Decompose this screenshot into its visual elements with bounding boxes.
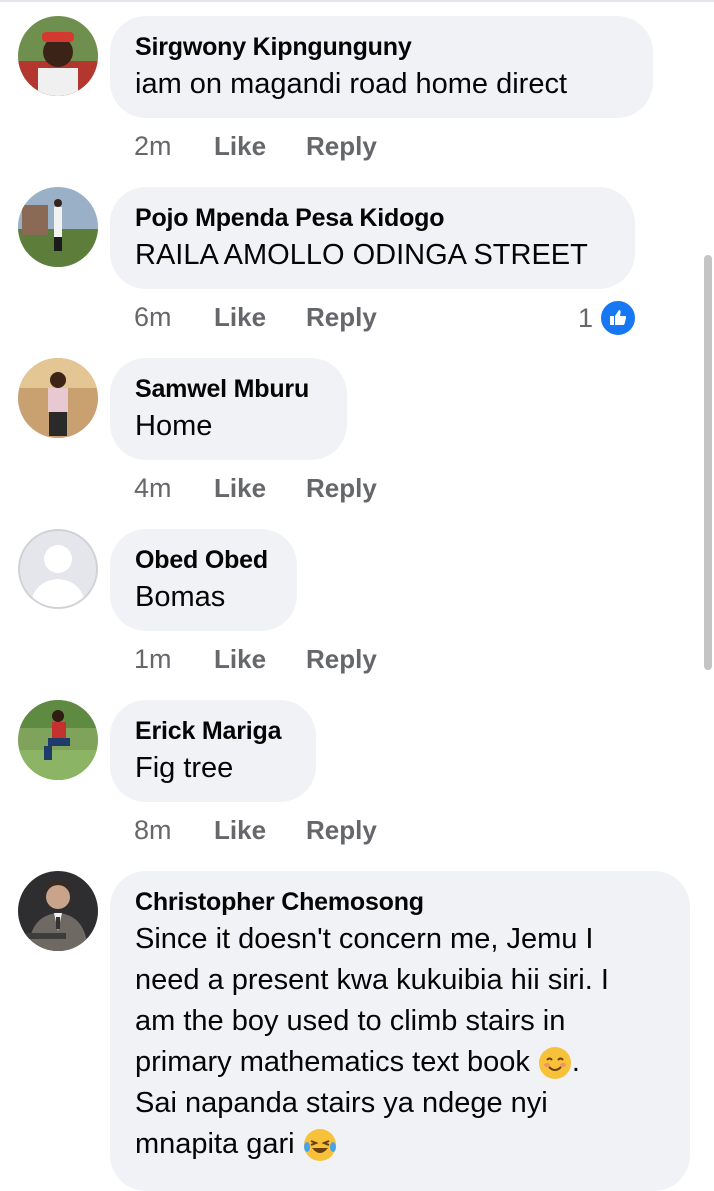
comment-time[interactable]: 4m [134, 473, 214, 504]
comment-actions: 1m Like Reply [134, 644, 406, 675]
avatar[interactable] [18, 529, 98, 609]
top-divider [0, 0, 714, 2]
comment-time[interactable]: 6m [134, 302, 214, 333]
reply-button[interactable]: Reply [306, 644, 406, 675]
comment-author[interactable]: Samwel Mburu [135, 374, 321, 404]
comment-bubble: Obed Obed Bomas [110, 529, 297, 631]
comment-text-segment: mnapita gari [135, 1128, 295, 1160]
thumbs-up-icon [599, 299, 638, 337]
comment-text-line: am the boy used to climb stairs in [135, 1005, 566, 1037]
comment-text-line: mnapita gari [135, 1124, 664, 1165]
like-button[interactable]: Like [214, 815, 306, 846]
comment-actions: 2m Like Reply [134, 131, 406, 162]
comment-text-segment: . [571, 1046, 580, 1078]
comment-author[interactable]: Obed Obed [135, 545, 271, 575]
like-button[interactable]: Like [214, 473, 306, 504]
avatar[interactable] [18, 187, 98, 267]
comment-text-line: need a present kwa kukuibia hii siri. I [135, 964, 609, 996]
smiling-face-emoji [538, 1047, 571, 1080]
comment-text-line: Sai napanda stairs ya ndege nyi [135, 1087, 548, 1119]
comment-text-line: primary mathematics text book . [135, 1042, 664, 1083]
comment-bubble: Erick Mariga Fig tree [110, 700, 316, 802]
avatar[interactable] [18, 700, 98, 780]
comment-time[interactable]: 2m [134, 131, 214, 162]
comment-text: Fig tree [135, 752, 234, 784]
comment-bubble: Christopher Chemosong Since it doesn't c… [110, 871, 690, 1191]
comment-text: Since it doesn't concern me, Jemu I need… [135, 919, 664, 1165]
reply-button[interactable]: Reply [306, 473, 406, 504]
reply-button[interactable]: Reply [306, 302, 406, 333]
like-button[interactable]: Like [214, 644, 306, 675]
comment-text: iam on magandi road home direct [135, 68, 568, 100]
comment-time[interactable]: 8m [134, 815, 214, 846]
reaction-count: 1 [578, 302, 594, 333]
comment-author[interactable]: Pojo Mpenda Pesa Kidogo [135, 203, 609, 233]
like-button[interactable]: Like [214, 131, 306, 162]
avatar[interactable] [18, 16, 98, 96]
comment-author[interactable]: Erick Mariga [135, 716, 290, 746]
tears-of-joy-emoji [303, 1129, 336, 1162]
comment-author[interactable]: Christopher Chemosong [135, 887, 664, 917]
comment-time[interactable]: 1m [134, 644, 214, 675]
reply-button[interactable]: Reply [306, 131, 406, 162]
comment-text: RAILA AMOLLO ODINGA STREET [135, 239, 588, 271]
avatar[interactable] [18, 871, 98, 951]
default-profile-icon [18, 529, 98, 609]
comment-actions: 8m Like Reply [134, 815, 406, 846]
comment-bubble: Samwel Mburu Home [110, 358, 347, 460]
comment-text-line: Since it doesn't concern me, Jemu I [135, 923, 594, 955]
comment-author[interactable]: Sirgwony Kipngunguny [135, 32, 627, 62]
comment-bubble: Sirgwony Kipngunguny iam on magandi road… [110, 16, 653, 118]
like-button[interactable]: Like [214, 302, 306, 333]
comment-actions: 6m Like Reply [134, 302, 406, 333]
comment-text-segment: primary mathematics text book [135, 1046, 530, 1078]
avatar[interactable] [18, 358, 98, 438]
comment-actions: 4m Like Reply [134, 473, 406, 504]
comment-text: Home [135, 410, 213, 442]
reaction-summary[interactable]: 1 [578, 299, 638, 337]
comment-bubble: Pojo Mpenda Pesa Kidogo RAILA AMOLLO ODI… [110, 187, 635, 289]
scrollbar[interactable] [704, 255, 712, 670]
comment-text: Bomas [135, 581, 226, 613]
reply-button[interactable]: Reply [306, 815, 406, 846]
